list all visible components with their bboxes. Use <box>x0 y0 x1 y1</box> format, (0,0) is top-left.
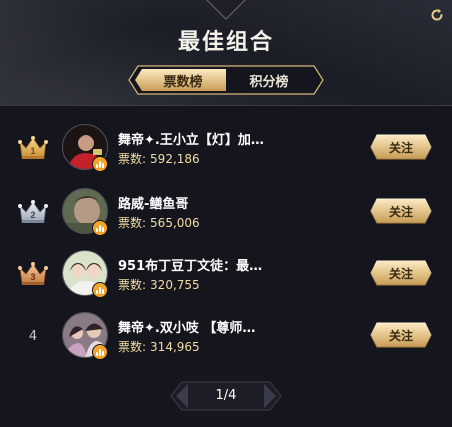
entry-name: 舞帝✦.王小立【灯】加… <box>118 133 264 148</box>
follow-button[interactable]: 关注 <box>370 134 432 160</box>
entry-votes: 票数: 565,006 <box>118 216 200 230</box>
rank-number: 3 <box>30 272 35 282</box>
entry-name: 舞帝✦.双小吱 【尊师… <box>118 321 256 336</box>
entry-name: 路威-鳝鱼哥 <box>118 197 189 212</box>
follow-button[interactable]: 关注 <box>370 322 432 348</box>
pagination: 1/4 <box>170 380 282 412</box>
live-bars-icon <box>92 156 108 172</box>
list-item: 4 舞帝✦.双小吱 【尊师… 票数: 314,965 关注 <box>0 306 452 366</box>
live-bars-icon <box>92 282 108 298</box>
refresh-icon[interactable] <box>428 6 446 24</box>
list-item: 3 951布丁豆丁文徒：最… 票数: 320,755 关注 <box>0 244 452 304</box>
list-item: 2 路威-鳝鱼哥 票数: 565,006 关注 <box>0 182 452 242</box>
tab-votes[interactable]: 票数榜 <box>140 69 226 91</box>
header: 最佳组合 票数榜 积分榜 <box>0 0 452 106</box>
entry-votes: 票数: 320,755 <box>118 278 200 292</box>
follow-button[interactable]: 关注 <box>370 198 432 224</box>
tab-points[interactable]: 积分榜 <box>226 69 312 91</box>
gold-crown-icon: 1 <box>16 132 50 164</box>
ranking-tabs: 票数榜 积分榜 <box>128 65 324 95</box>
entry-name: 951布丁豆丁文徒：最… <box>118 259 263 274</box>
silver-crown-icon: 2 <box>16 196 50 228</box>
live-bars-icon <box>92 344 108 360</box>
entry-votes: 票数: 314,965 <box>118 340 200 354</box>
page-indicator: 1/4 <box>215 388 237 403</box>
rank-number: 4 <box>28 328 38 344</box>
rank-slot: 4 <box>16 320 50 352</box>
follow-button[interactable]: 关注 <box>370 260 432 286</box>
entry-votes: 票数: 592,186 <box>118 152 200 166</box>
header-notch <box>206 0 246 20</box>
rank-number: 1 <box>30 146 35 156</box>
page-title: 最佳组合 <box>177 30 274 55</box>
live-bars-icon <box>92 220 108 236</box>
list-item: 1 舞帝✦.王小立【灯】加… 票数: 592,186 关注 <box>0 118 452 178</box>
rank-number: 2 <box>30 210 35 220</box>
bronze-crown-icon: 3 <box>16 258 50 290</box>
